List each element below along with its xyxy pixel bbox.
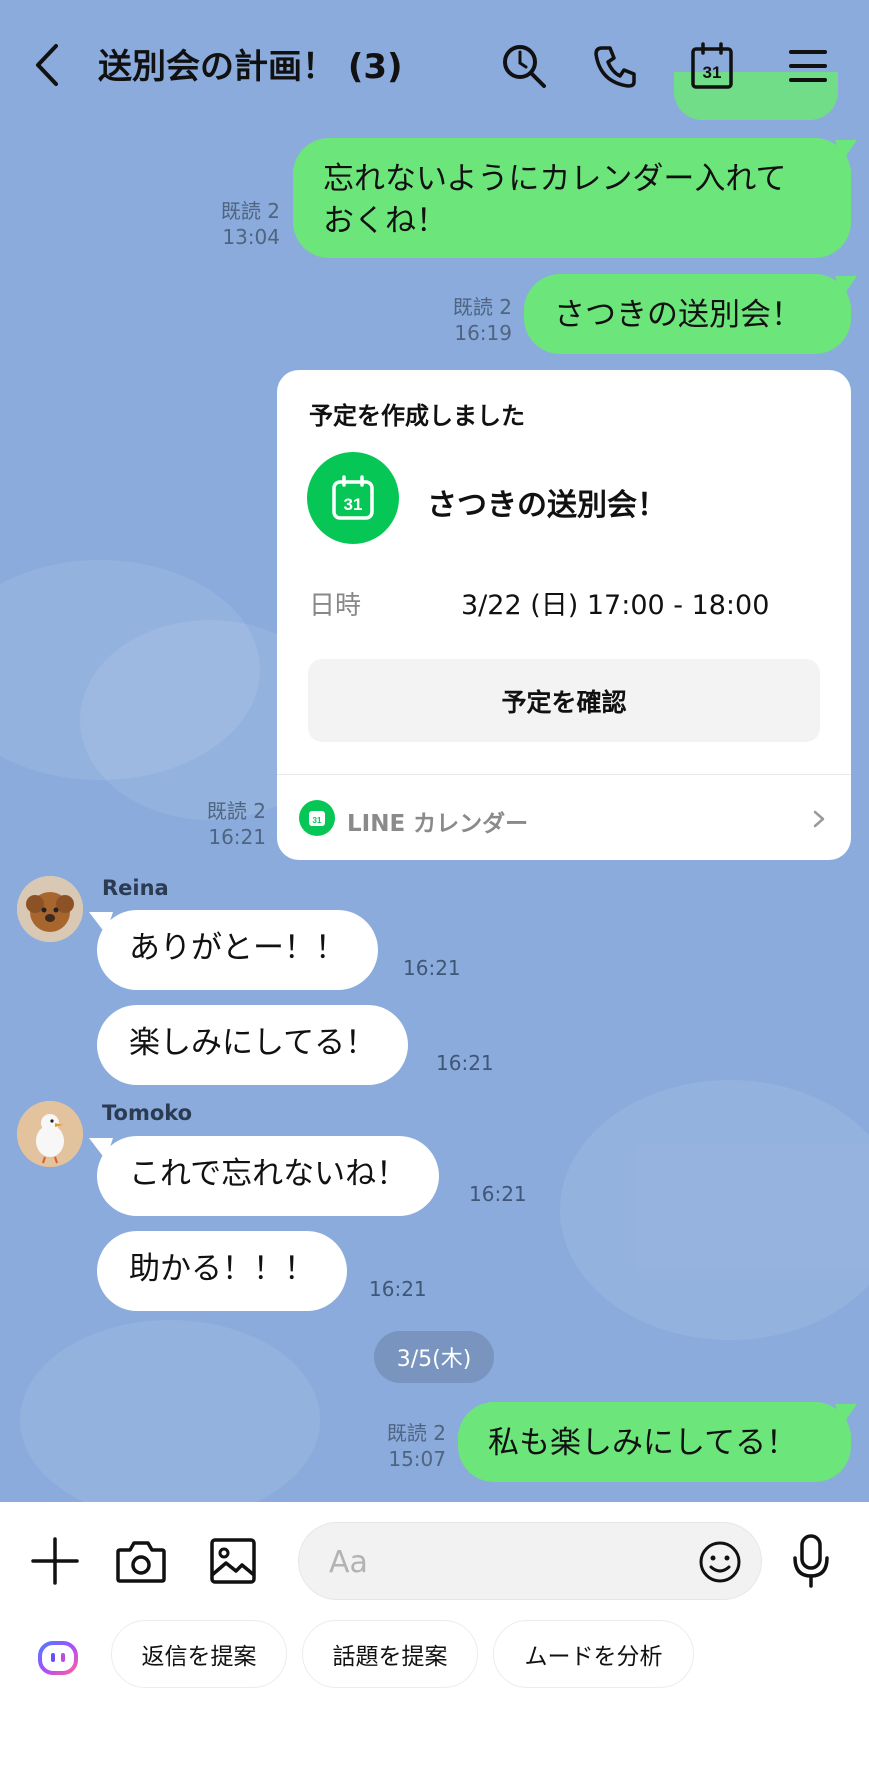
- sender-name: Reina: [102, 876, 169, 900]
- message-time: 16:21: [469, 1182, 527, 1206]
- read-receipt: 既読 2 13:04: [220, 199, 280, 249]
- suggest-reply-chip[interactable]: 返信を提案: [111, 1620, 287, 1688]
- svg-text:31: 31: [344, 495, 363, 514]
- message-input-container: [298, 1522, 762, 1600]
- message-time: 16:21: [436, 1051, 494, 1075]
- message-input[interactable]: [329, 1537, 669, 1587]
- composer-area: 返信を提案 話題を提案 ムードを分析: [0, 1502, 869, 1785]
- received-message-bubble[interactable]: これで忘れないね！: [97, 1136, 440, 1216]
- received-message-bubble[interactable]: 助かる！！！: [97, 1231, 347, 1311]
- read-receipt: 既読 2 16:19: [452, 295, 512, 345]
- confirm-event-button[interactable]: 予定を確認: [308, 659, 820, 742]
- suggest-topic-chip[interactable]: 話題を提案: [302, 1620, 478, 1688]
- hamburger-menu-icon[interactable]: [780, 38, 836, 94]
- line-calendar-icon: 31: [299, 800, 335, 836]
- card-heading: 予定を作成しました: [309, 402, 525, 430]
- event-title: さつきの送別会！: [427, 488, 667, 523]
- svg-text:31: 31: [313, 816, 322, 825]
- image-icon[interactable]: [206, 1534, 260, 1588]
- sent-message-bubble[interactable]: 私も楽しみにしてる！: [458, 1402, 851, 1482]
- chat-header: 送別会の計画！ (3) 31: [0, 0, 869, 130]
- calendar-icon[interactable]: 31: [684, 38, 740, 94]
- calendar-event-card[interactable]: 予定を作成しました 31 さつきの送別会！ 日時 3/22 (日) 17:00 …: [277, 370, 851, 860]
- avatar-reina[interactable]: [17, 876, 83, 942]
- message-text: 助かる！！！: [129, 1251, 315, 1287]
- line-calendar-link[interactable]: LINE カレンダー: [347, 804, 528, 838]
- datetime-value: 3/22 (日) 17:00 - 18:00: [461, 590, 770, 621]
- ai-assistant-icon[interactable]: [34, 1632, 82, 1680]
- emoji-icon[interactable]: [697, 1539, 743, 1585]
- calendar-icon: 31: [307, 452, 399, 544]
- received-message-bubble[interactable]: 楽しみにしてる！: [97, 1005, 409, 1085]
- camera-icon[interactable]: [114, 1534, 168, 1588]
- message-text: さつきの送別会！: [554, 297, 802, 333]
- sent-message-bubble[interactable]: 忘れないようにカレンダー入れて おくね！: [293, 138, 851, 258]
- read-receipt: 既読 2 16:21: [206, 799, 266, 849]
- message-time: 16:21: [403, 956, 461, 980]
- received-message-bubble[interactable]: ありがとー！！: [97, 910, 378, 990]
- chat-background: 送別会の計画！ (3) 31 既読 2 13:04 忘れないようにカレンダー入れ…: [0, 0, 869, 1502]
- analyze-mood-chip[interactable]: ムードを分析: [493, 1620, 694, 1688]
- plus-icon[interactable]: [28, 1534, 82, 1588]
- datetime-label: 日時: [309, 591, 362, 621]
- microphone-icon[interactable]: [786, 1532, 836, 1590]
- phone-icon[interactable]: [588, 38, 644, 94]
- message-text: おくね！: [323, 203, 447, 239]
- search-icon[interactable]: [496, 38, 552, 94]
- avatar-tomoko[interactable]: [17, 1101, 83, 1167]
- message-text: 楽しみにしてる！: [129, 1025, 377, 1061]
- message-text: 私も楽しみにしてる！: [488, 1425, 798, 1461]
- chat-title: 送別会の計画！ (3): [98, 47, 403, 87]
- date-separator: 3/5(木): [374, 1331, 494, 1383]
- sender-name: Tomoko: [102, 1101, 193, 1125]
- message-text: 忘れないようにカレンダー入れて: [323, 161, 787, 197]
- sent-message-bubble[interactable]: さつきの送別会！: [524, 274, 851, 354]
- read-receipt: 既読 2 15:07: [386, 1421, 446, 1471]
- chevron-left-icon[interactable]: [28, 40, 68, 90]
- message-text: ありがとー！！: [129, 930, 346, 966]
- divider: [277, 774, 851, 775]
- message-time: 16:21: [369, 1277, 427, 1301]
- svg-text:31: 31: [703, 63, 722, 82]
- chevron-right-icon[interactable]: [809, 806, 829, 832]
- message-text: これで忘れないね！: [129, 1156, 408, 1192]
